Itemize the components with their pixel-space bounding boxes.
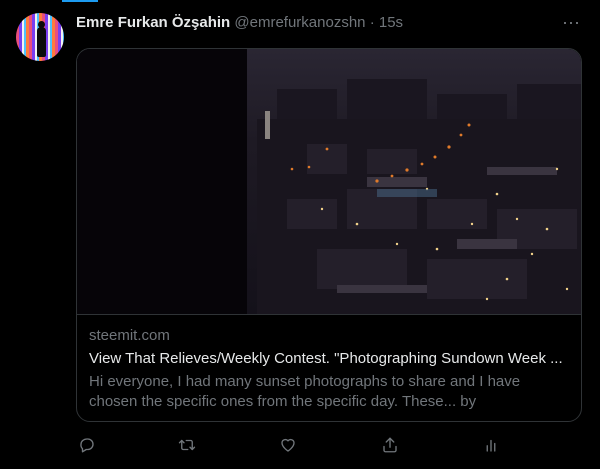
- avatar[interactable]: [16, 13, 64, 61]
- retweet-icon: [178, 439, 196, 451]
- reply-button[interactable]: [76, 434, 98, 456]
- retweet-button[interactable]: [176, 434, 198, 456]
- link-card-description: Hi everyone, I had many sunset photograp…: [89, 373, 521, 410]
- link-card-domain: steemit.com: [89, 327, 170, 344]
- tweet-actions: [76, 434, 516, 456]
- more-horizontal-icon[interactable]: ⋯: [562, 13, 581, 34]
- link-card-image[interactable]: [77, 49, 581, 315]
- header-separator: ·: [369, 14, 375, 31]
- tweet-timestamp[interactable]: 15s: [379, 14, 403, 31]
- share-icon: [383, 437, 397, 453]
- city-at-dusk-photo: [77, 49, 581, 314]
- author-handle[interactable]: @emrefurkanozshn: [234, 14, 365, 31]
- link-card-title: View That Relieves/Weekly Contest. "Phot…: [89, 350, 563, 367]
- link-card-text[interactable]: steemit.com View That Relieves/Weekly Co…: [89, 327, 571, 412]
- share-button[interactable]: [379, 434, 401, 456]
- reply-icon: [80, 438, 94, 453]
- tweet-header: Emre Furkan Özşahin @emrefurkanozshn · 1…: [76, 14, 403, 31]
- link-card[interactable]: steemit.com View That Relieves/Weekly Co…: [76, 48, 582, 422]
- like-icon: [281, 438, 295, 452]
- like-button[interactable]: [277, 434, 299, 456]
- analytics-icon: [486, 439, 496, 452]
- analytics-button[interactable]: [480, 434, 502, 456]
- avatar-figure: [37, 27, 46, 57]
- author-name[interactable]: Emre Furkan Özşahin: [76, 14, 230, 31]
- active-tab-indicator: [62, 0, 98, 2]
